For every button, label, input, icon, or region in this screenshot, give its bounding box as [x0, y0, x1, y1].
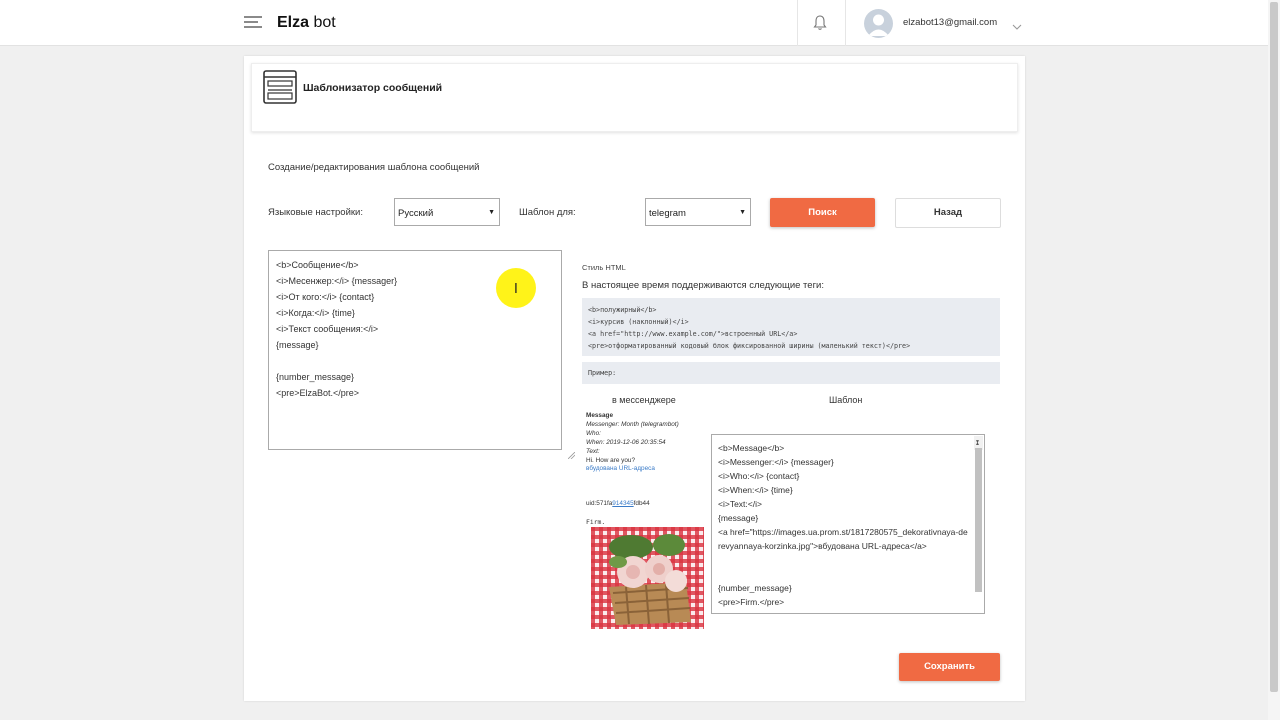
preview-link[interactable]: вбудована URL-адреса [586, 465, 655, 472]
textarea-scrollbar[interactable]: ▲ ▼ [974, 435, 983, 592]
bell-icon[interactable] [813, 15, 827, 31]
code-line: <b>полужирный</b> [588, 306, 657, 314]
select-arrow-icon: ▼ [739, 209, 746, 216]
uid-prefix: uid:571fa [586, 500, 613, 507]
template-line: {message} [718, 513, 759, 523]
template-for-select[interactable]: telegram ▼ [645, 198, 751, 226]
template-line [718, 553, 978, 567]
brand-bold: Elza [277, 14, 310, 31]
brand-light: bot [313, 14, 336, 31]
preview-message: Hi. How are you? [586, 457, 636, 464]
template-example-textarea[interactable]: <b>Message</b> <i>Messenger:</i> {messag… [711, 434, 985, 614]
supported-tags-code: <b>полужирный</b> <i>курсив (наклонный)<… [582, 298, 1000, 356]
code-line: <i>курсив (наклонный)</i> [588, 318, 689, 326]
text-cursor-icon: I [514, 282, 518, 297]
template-for-select-value: telegram [649, 208, 686, 219]
template-line: {number_message} [718, 583, 792, 593]
template-line [718, 567, 978, 581]
editor-line: <i>Текст сообщения:</i> [276, 324, 379, 334]
template-column-heading: Шаблон [829, 395, 863, 405]
language-select[interactable]: Русский ▼ [394, 198, 500, 226]
divider [845, 0, 846, 46]
html-style-label: Стиль HTML [582, 263, 626, 272]
resize-handle-icon[interactable] [553, 432, 576, 460]
textarea-scrollbar-thumb[interactable] [975, 448, 982, 592]
template-for-label: Шаблон для: [519, 207, 576, 218]
uid-link[interactable]: 914345 [612, 500, 633, 507]
chevron-down-icon[interactable] [1012, 18, 1022, 30]
section-subtitle: Создание/редактирования шаблона сообщени… [268, 162, 480, 173]
save-button[interactable]: Сохранить [899, 653, 1000, 681]
menu-icon[interactable] [244, 16, 262, 28]
preview-text: Text: [586, 448, 600, 455]
avatar[interactable] [864, 9, 893, 38]
search-button[interactable]: Поиск [770, 198, 875, 227]
code-line: <a href="http://www.example.com/">встрое… [588, 330, 798, 338]
template-link-line: <a href="https://images.ua.prom.st/18172… [718, 527, 968, 551]
select-arrow-icon: ▼ [488, 209, 495, 216]
page-title: Шаблонизатор сообщений [303, 82, 443, 94]
preview-uid: uid:571fa914345fdb44 [586, 500, 650, 507]
example-label: Пример: [582, 362, 1000, 384]
template-line: <i>Text:</i> [718, 499, 762, 509]
preview-when: When: 2019-12-06 20:35:54 [586, 439, 666, 446]
template-line: <i>When:</i> {time} [718, 485, 793, 495]
page-header: Шаблонизатор сообщений [251, 63, 1018, 132]
preview-messenger: Messenger: Month (telegrambot) [586, 421, 679, 428]
editor-line: {number_message} [276, 372, 355, 382]
back-button[interactable]: Назад [895, 198, 1001, 228]
top-bar: Elza bot elzabot13@gmail.com [0, 0, 1268, 46]
language-select-value: Русский [398, 208, 434, 219]
messenger-column-heading: в мессенджере [612, 395, 676, 405]
template-line: <b>Message</b> [718, 443, 785, 453]
template-line: <pre>Firm.</pre> [718, 597, 785, 607]
editor-line: {message} [276, 340, 319, 350]
editor-line: <pre>ElzaBot.</pre> [276, 388, 360, 398]
code-line: <pre>отформатированный кодовый блок фикс… [588, 342, 911, 350]
main-card: Шаблонизатор сообщений Создание/редактир… [244, 56, 1025, 701]
preview-firm: Firm. [586, 518, 606, 526]
user-email[interactable]: elzabot13@gmail.com [903, 17, 997, 28]
page-scrollbar[interactable] [1268, 0, 1280, 720]
page-scrollbar-thumb[interactable] [1270, 2, 1278, 692]
preview-who: Who: [586, 430, 601, 437]
scroll-down-icon[interactable]: ▼ [975, 435, 980, 449]
divider [797, 0, 798, 46]
messenger-preview: Message Messenger: Month (telegrambot) W… [586, 412, 708, 642]
uid-suffix: fdb44 [633, 500, 650, 507]
brand-logo[interactable]: Elza bot [277, 14, 336, 32]
template-line: <i>Messenger:</i> {messager} [718, 457, 834, 467]
language-label: Языковые настройки: [268, 207, 363, 218]
supported-tags-intro: В настоящее время поддерживаются следующ… [582, 280, 824, 291]
preview-photo [591, 527, 704, 629]
template-icon [263, 70, 297, 104]
template-line: <i>Who:</i> {contact} [718, 471, 800, 481]
preview-title: Message [586, 412, 613, 419]
